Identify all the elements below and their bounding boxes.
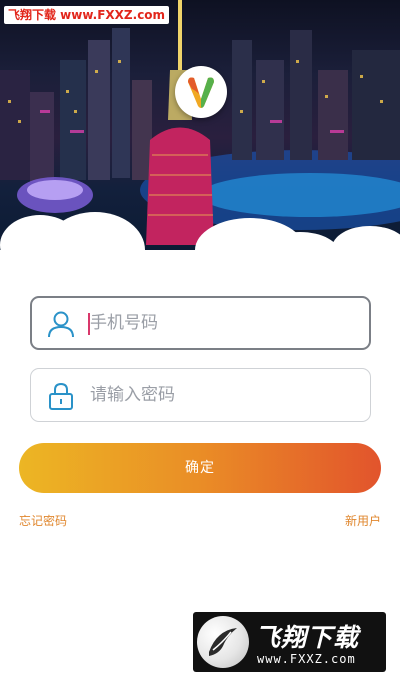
user-icon bbox=[48, 311, 74, 338]
v-heart-logo-icon bbox=[188, 77, 214, 108]
password-placeholder: 请输入密码 bbox=[90, 385, 175, 405]
header-banner: 飞翔下载 www.FXXZ.com bbox=[0, 0, 400, 250]
lock-icon bbox=[49, 382, 73, 410]
badge-title: 飞翔下载 bbox=[255, 623, 360, 652]
feather-icon bbox=[209, 628, 237, 656]
city-night-image bbox=[0, 0, 400, 250]
app-logo bbox=[175, 66, 227, 118]
badge-url: www.FXXZ.com bbox=[257, 652, 356, 666]
forgot-password-link[interactable]: 忘记密码 bbox=[19, 512, 67, 529]
watermark-label: 飞翔下载 www.FXXZ.com bbox=[4, 6, 170, 24]
phone-field[interactable]: 手机号码 bbox=[30, 296, 371, 350]
watermark-badge: 飞翔下载 www.FXXZ.com bbox=[193, 612, 386, 672]
badge-logo bbox=[197, 616, 249, 668]
confirm-button[interactable]: 确定 bbox=[19, 443, 381, 493]
password-field[interactable]: 请输入密码 bbox=[30, 368, 371, 422]
phone-placeholder: 手机号码 bbox=[90, 313, 158, 333]
new-user-link[interactable]: 新用户 bbox=[345, 512, 381, 529]
